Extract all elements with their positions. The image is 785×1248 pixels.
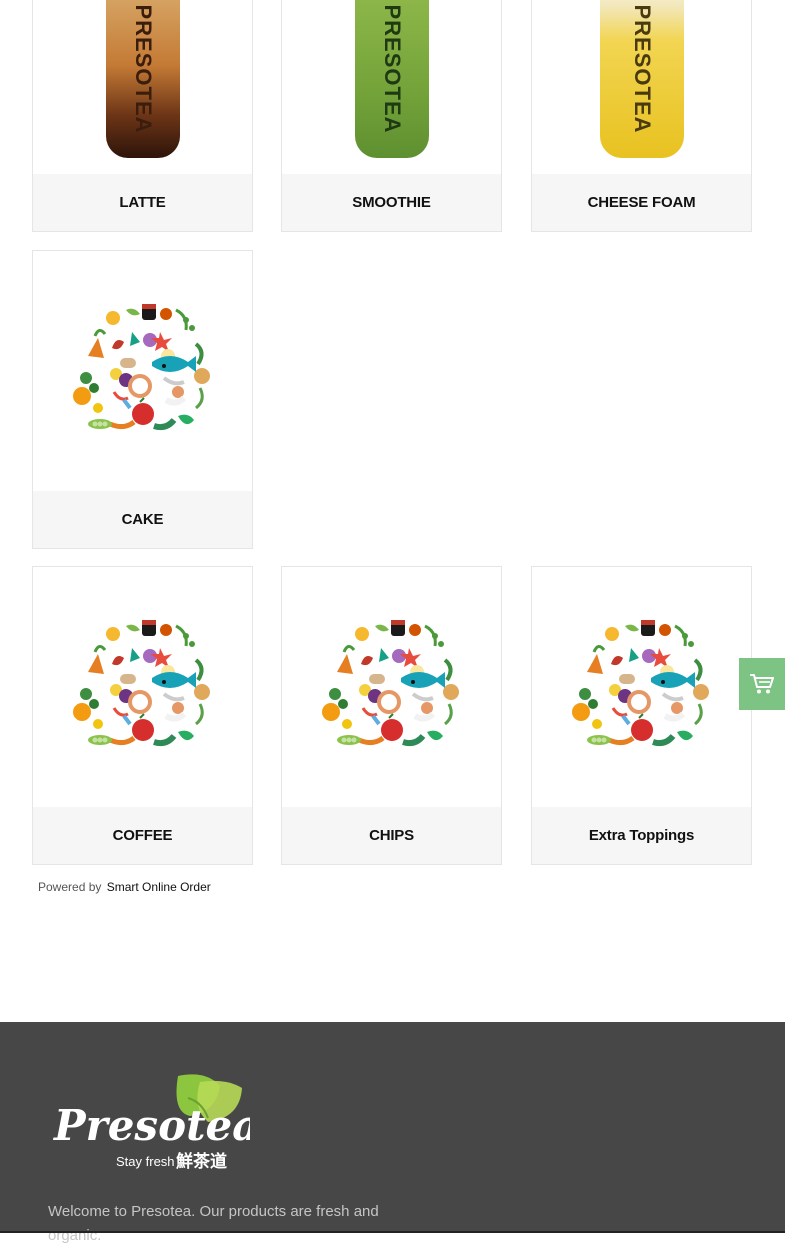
cup-brand-text: PRESOTEA bbox=[130, 4, 156, 134]
svg-text:Presotea: Presotea bbox=[53, 1101, 250, 1150]
extra-toppings-image bbox=[532, 567, 751, 807]
cart-button[interactable] bbox=[739, 658, 785, 710]
footer-welcome-text: Welcome to Presotea. Our products are fr… bbox=[48, 1203, 379, 1244]
category-label: COFFEE bbox=[33, 807, 252, 864]
category-label: CHEESE FOAM bbox=[532, 174, 751, 231]
latte-cup-icon: PRESOTEA bbox=[105, 0, 180, 158]
smoothie-cup-icon: PRESOTEA bbox=[354, 0, 429, 158]
svg-text:Stay fresh: Stay fresh bbox=[116, 1154, 175, 1169]
category-card-cheese-foam[interactable]: PRESOTEA CHEESE FOAM bbox=[531, 0, 752, 232]
coffee-image bbox=[33, 567, 252, 807]
category-card-coffee[interactable]: COFFEE bbox=[32, 566, 253, 865]
cheese-foam-cup-icon: PRESOTEA bbox=[599, 0, 684, 158]
powered-by: Powered by Smart Online Order bbox=[38, 880, 211, 894]
category-label: Extra Toppings bbox=[532, 807, 751, 864]
category-label: CHIPS bbox=[282, 807, 501, 864]
category-label: CAKE bbox=[33, 491, 252, 548]
chips-image bbox=[282, 567, 501, 807]
category-label: LATTE bbox=[33, 174, 252, 231]
presotea-logo: Presotea Stay fresh 鮮茶道 bbox=[53, 1074, 250, 1172]
cart-icon bbox=[749, 673, 775, 695]
category-card-latte[interactable]: PRESOTEA LATTE bbox=[32, 0, 253, 232]
food-collage-icon bbox=[68, 612, 218, 762]
smart-online-order-link[interactable]: Smart Online Order bbox=[107, 880, 211, 894]
category-card-chips[interactable]: CHIPS bbox=[281, 566, 502, 865]
food-collage-icon bbox=[317, 612, 467, 762]
food-collage-icon bbox=[567, 612, 717, 762]
latte-image: PRESOTEA bbox=[33, 0, 252, 174]
cake-image bbox=[33, 251, 252, 491]
footer: Presotea Stay fresh 鮮茶道 Welcome to Preso… bbox=[0, 1022, 785, 1244]
category-card-cake[interactable]: CAKE bbox=[32, 250, 253, 549]
category-card-extra-toppings[interactable]: Extra Toppings bbox=[531, 566, 752, 865]
smoothie-image: PRESOTEA bbox=[282, 0, 501, 174]
cheese-foam-image: PRESOTEA bbox=[532, 0, 751, 174]
powered-by-prefix: Powered by bbox=[38, 880, 102, 894]
svg-text:鮮茶道: 鮮茶道 bbox=[176, 1151, 227, 1172]
category-label: SMOOTHIE bbox=[282, 174, 501, 231]
cup-brand-text: PRESOTEA bbox=[379, 4, 405, 134]
cup-brand-text: PRESOTEA bbox=[629, 4, 655, 134]
food-collage-icon bbox=[68, 296, 218, 446]
category-card-smoothie[interactable]: PRESOTEA SMOOTHIE bbox=[281, 0, 502, 232]
